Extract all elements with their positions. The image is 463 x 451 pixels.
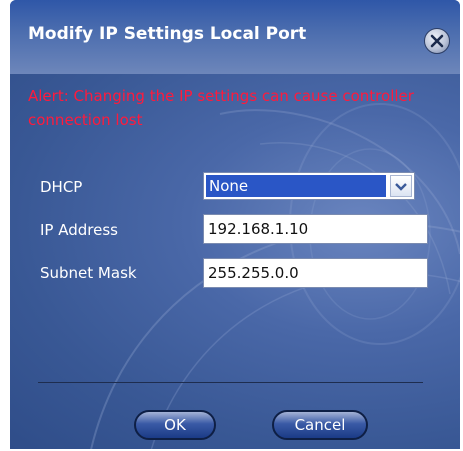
- dialog-body: Alert: Changing the IP settings can caus…: [10, 74, 460, 449]
- close-icon: [430, 34, 444, 48]
- close-button[interactable]: [424, 28, 450, 54]
- dialog-title: Modify IP Settings Local Port: [28, 24, 307, 44]
- dhcp-select-value: None: [206, 175, 386, 197]
- modify-ip-settings-dialog: Modify IP Settings Local Port Alert: Cha…: [10, 0, 460, 449]
- ip-address-input[interactable]: [203, 214, 428, 244]
- dhcp-dropdown-button[interactable]: [390, 175, 412, 197]
- dhcp-select[interactable]: None: [203, 172, 415, 200]
- dhcp-label: DHCP: [40, 178, 83, 196]
- dialog-title-bar[interactable]: Modify IP Settings Local Port: [10, 0, 460, 74]
- subnet-mask-input[interactable]: [203, 258, 428, 288]
- ok-button[interactable]: OK: [134, 410, 216, 440]
- alert-message: Alert: Changing the IP settings can caus…: [28, 87, 414, 129]
- subnet-mask-label: Subnet Mask: [40, 264, 137, 282]
- divider: [38, 382, 423, 383]
- cancel-button[interactable]: Cancel: [272, 410, 368, 440]
- chevron-down-icon: [395, 183, 407, 191]
- ip-address-label: IP Address: [40, 221, 118, 239]
